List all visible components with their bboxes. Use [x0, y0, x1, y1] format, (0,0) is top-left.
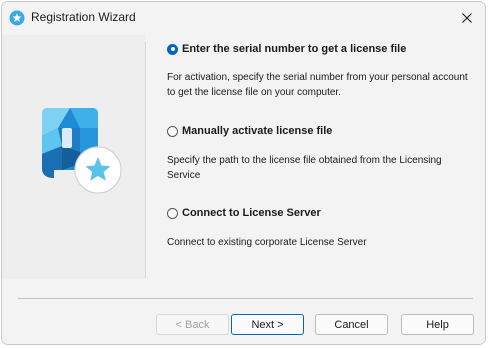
- close-button[interactable]: [455, 7, 479, 29]
- radio-manual-activation-row[interactable]: Manually activate license file: [167, 123, 472, 139]
- option-description: Connect to existing corporate License Se…: [167, 237, 367, 248]
- sidebar-divider: [145, 42, 146, 278]
- star-badge-icon: [9, 10, 25, 26]
- title-bar[interactable]: Registration Wizard: [2, 2, 485, 35]
- footer-separator: [18, 298, 473, 299]
- registration-wizard-window: Registration Wizard Enter the serial num…: [1, 1, 486, 345]
- option-description: Specify the path to the license file obt…: [167, 155, 442, 181]
- option-license-server: Connect to License Server Connect to exi…: [167, 205, 472, 250]
- license-document-star-icon: [42, 108, 122, 194]
- help-button[interactable]: Help: [401, 314, 474, 335]
- option-label[interactable]: Connect to License Server: [182, 207, 321, 219]
- option-label[interactable]: Enter the serial number to get a license…: [182, 43, 406, 55]
- cancel-button[interactable]: Cancel: [315, 314, 388, 335]
- radio-manual-activation[interactable]: [167, 125, 178, 137]
- option-label[interactable]: Manually activate license file: [182, 125, 332, 137]
- radio-license-server-row[interactable]: Connect to License Server: [167, 205, 472, 221]
- option-description: For activation, specify the serial numbe…: [167, 72, 468, 98]
- next-button[interactable]: Next >: [231, 314, 304, 335]
- window-title: Registration Wizard: [31, 10, 136, 24]
- back-button[interactable]: < Back: [156, 314, 229, 335]
- close-icon: [462, 13, 472, 23]
- option-manual-activation: Manually activate license file Specify t…: [167, 123, 472, 183]
- radio-license-server[interactable]: [167, 207, 178, 219]
- radio-serial-number-row[interactable]: Enter the serial number to get a license…: [167, 41, 472, 57]
- option-serial-number: Enter the serial number to get a license…: [167, 41, 472, 100]
- radio-serial-number[interactable]: [167, 43, 178, 55]
